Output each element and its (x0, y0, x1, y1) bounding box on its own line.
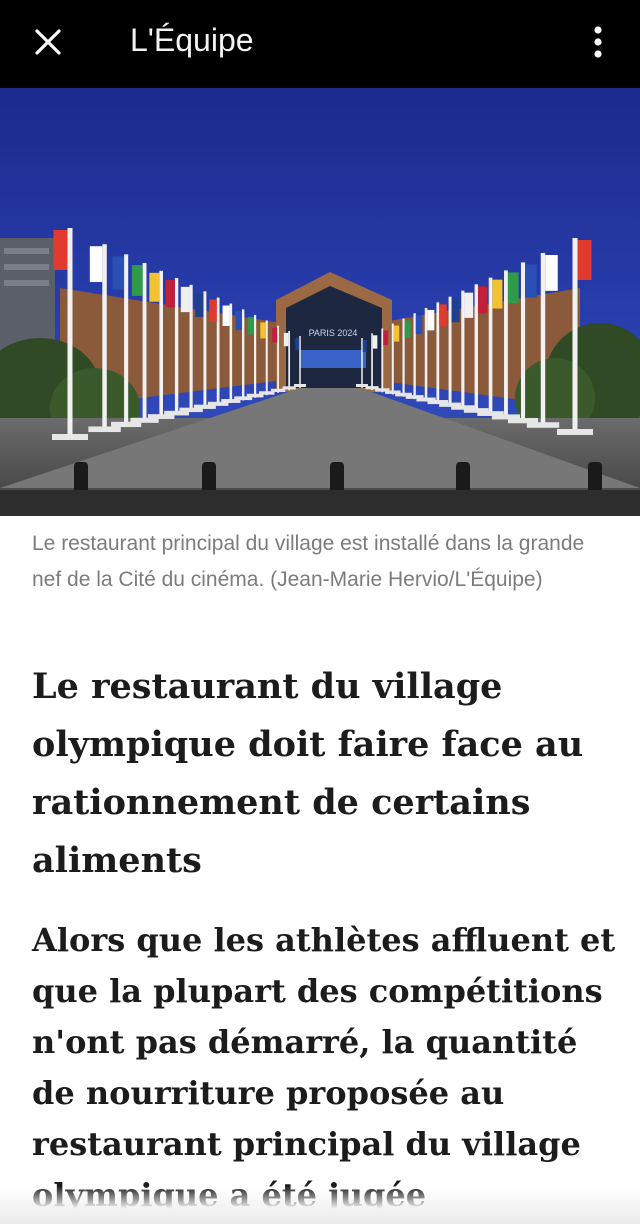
article-headline: Le restaurant du village olympique doit … (32, 666, 584, 881)
photo-caption: Le restaurant principal du village est i… (32, 532, 585, 591)
hero-photo: PARIS 2024 (0, 88, 640, 516)
bottom-fade (0, 1186, 640, 1224)
top-app-bar: L'Équipe (0, 0, 640, 88)
article-lead: Alors que les athlètes affluent et que l… (32, 921, 616, 1214)
hero-sign-text: PARIS 2024 (309, 328, 358, 338)
close-icon (35, 29, 61, 55)
close-button[interactable] (30, 24, 66, 60)
app-title: L'Équipe (130, 22, 254, 58)
more-vertical-icon (594, 26, 602, 58)
more-options-button[interactable] (584, 20, 612, 64)
